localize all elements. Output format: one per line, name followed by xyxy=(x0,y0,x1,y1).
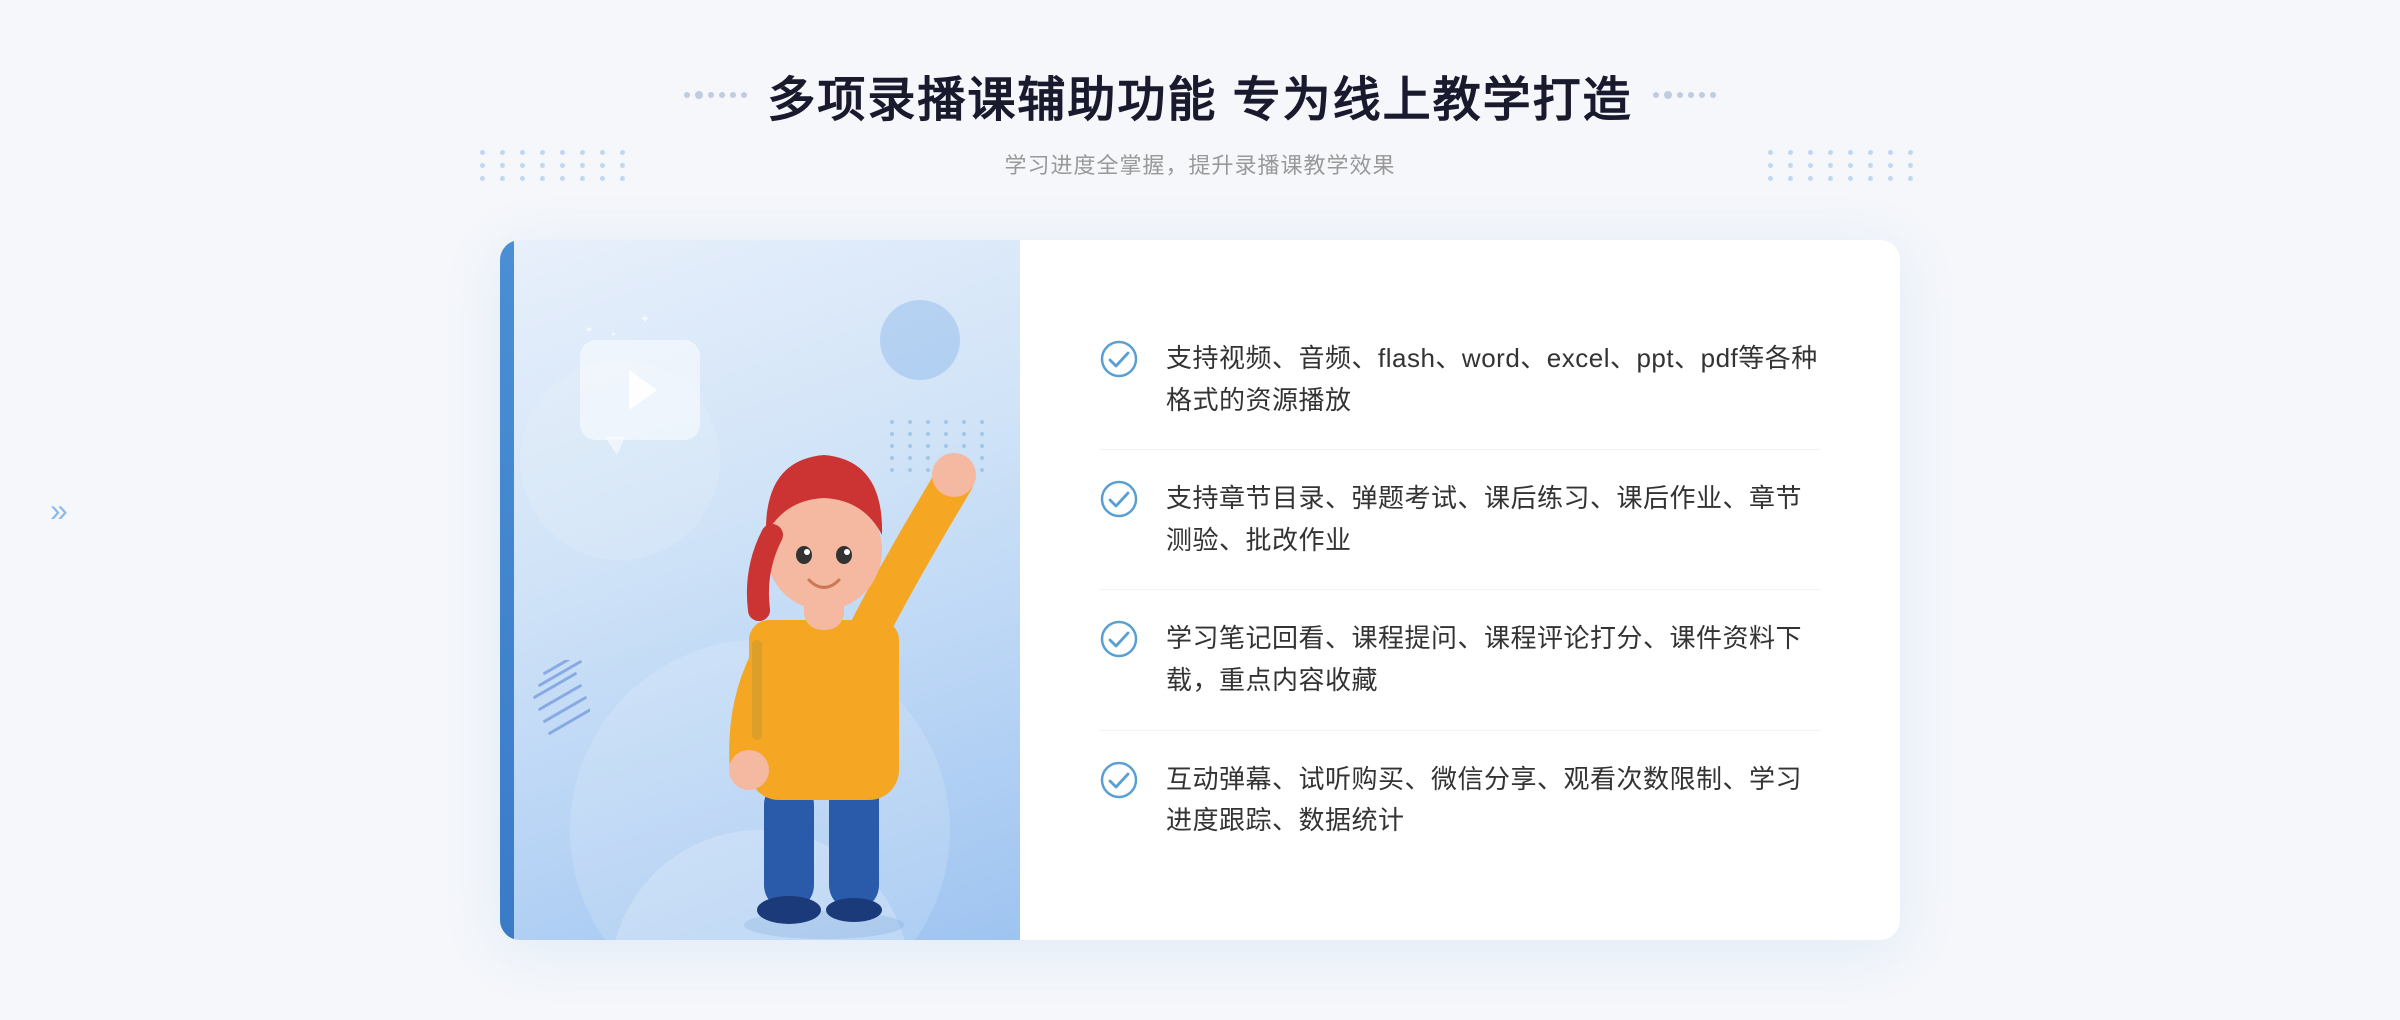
bg-circle-small xyxy=(880,300,960,380)
chevron-left: » xyxy=(50,494,68,526)
features-panel: 支持视频、音频、flash、word、excel、ppt、pdf等各种格式的资源… xyxy=(1020,240,1900,940)
check-icon-3 xyxy=(1100,620,1138,658)
feature-text-3: 学习笔记回看、课程提问、课程评论打分、课件资料下载，重点内容收藏 xyxy=(1166,618,1820,701)
feature-item-2: 支持章节目录、弹题考试、课后练习、课后作业、章节测验、批改作业 xyxy=(1100,450,1820,590)
main-title: 多项录播课辅助功能 专为线上教学打造 xyxy=(767,60,1632,130)
vertical-bar xyxy=(500,240,514,940)
play-icon xyxy=(629,370,657,410)
feature-text-4: 互动弹幕、试听购买、微信分享、观看次数限制、学习进度跟踪、数据统计 xyxy=(1166,759,1820,842)
check-icon-2 xyxy=(1100,480,1138,518)
title-decoration-right xyxy=(1653,91,1716,99)
illustration-panel: ✦ ✦ ✦ xyxy=(500,240,1020,940)
title-row: 多项录播课辅助功能 专为线上教学打造 xyxy=(684,60,1715,130)
dots-decoration-top-right xyxy=(1768,150,1920,181)
page-container: 多项录播课辅助功能 专为线上教学打造 学习进度全掌握，提升录播课教学效果 xyxy=(0,0,2400,1020)
feature-item-1: 支持视频、音频、flash、word、excel、ppt、pdf等各种格式的资源… xyxy=(1100,310,1820,450)
page-left-arrows: » xyxy=(50,494,68,526)
star-decoration-1: ✦ xyxy=(585,325,593,336)
check-icon-4 xyxy=(1100,761,1138,799)
feature-text-1: 支持视频、音频、flash、word、excel、ppt、pdf等各种格式的资源… xyxy=(1166,338,1820,421)
stripes-decoration xyxy=(530,660,590,740)
check-icon-1 xyxy=(1100,340,1138,378)
feature-item-3: 学习笔记回看、课程提问、课程评论打分、课件资料下载，重点内容收藏 xyxy=(1100,590,1820,730)
header-section: 多项录播课辅助功能 专为线上教学打造 学习进度全掌握，提升录播课教学效果 xyxy=(684,60,1715,180)
feature-item-4: 互动弹幕、试听购买、微信分享、观看次数限制、学习进度跟踪、数据统计 xyxy=(1100,731,1820,870)
star-decoration-2: ✦ xyxy=(610,330,617,339)
star-decoration-3: ✦ xyxy=(640,312,650,326)
title-decoration-left xyxy=(684,91,747,99)
feature-text-2: 支持章节目录、弹题考试、课后练习、课后作业、章节测验、批改作业 xyxy=(1166,478,1820,561)
human-figure-illustration xyxy=(664,380,984,940)
dots-decoration-top-left xyxy=(480,150,632,181)
content-area: ✦ ✦ ✦ xyxy=(500,240,1900,940)
subtitle: 学习进度全掌握，提升录播课教学效果 xyxy=(684,148,1715,180)
